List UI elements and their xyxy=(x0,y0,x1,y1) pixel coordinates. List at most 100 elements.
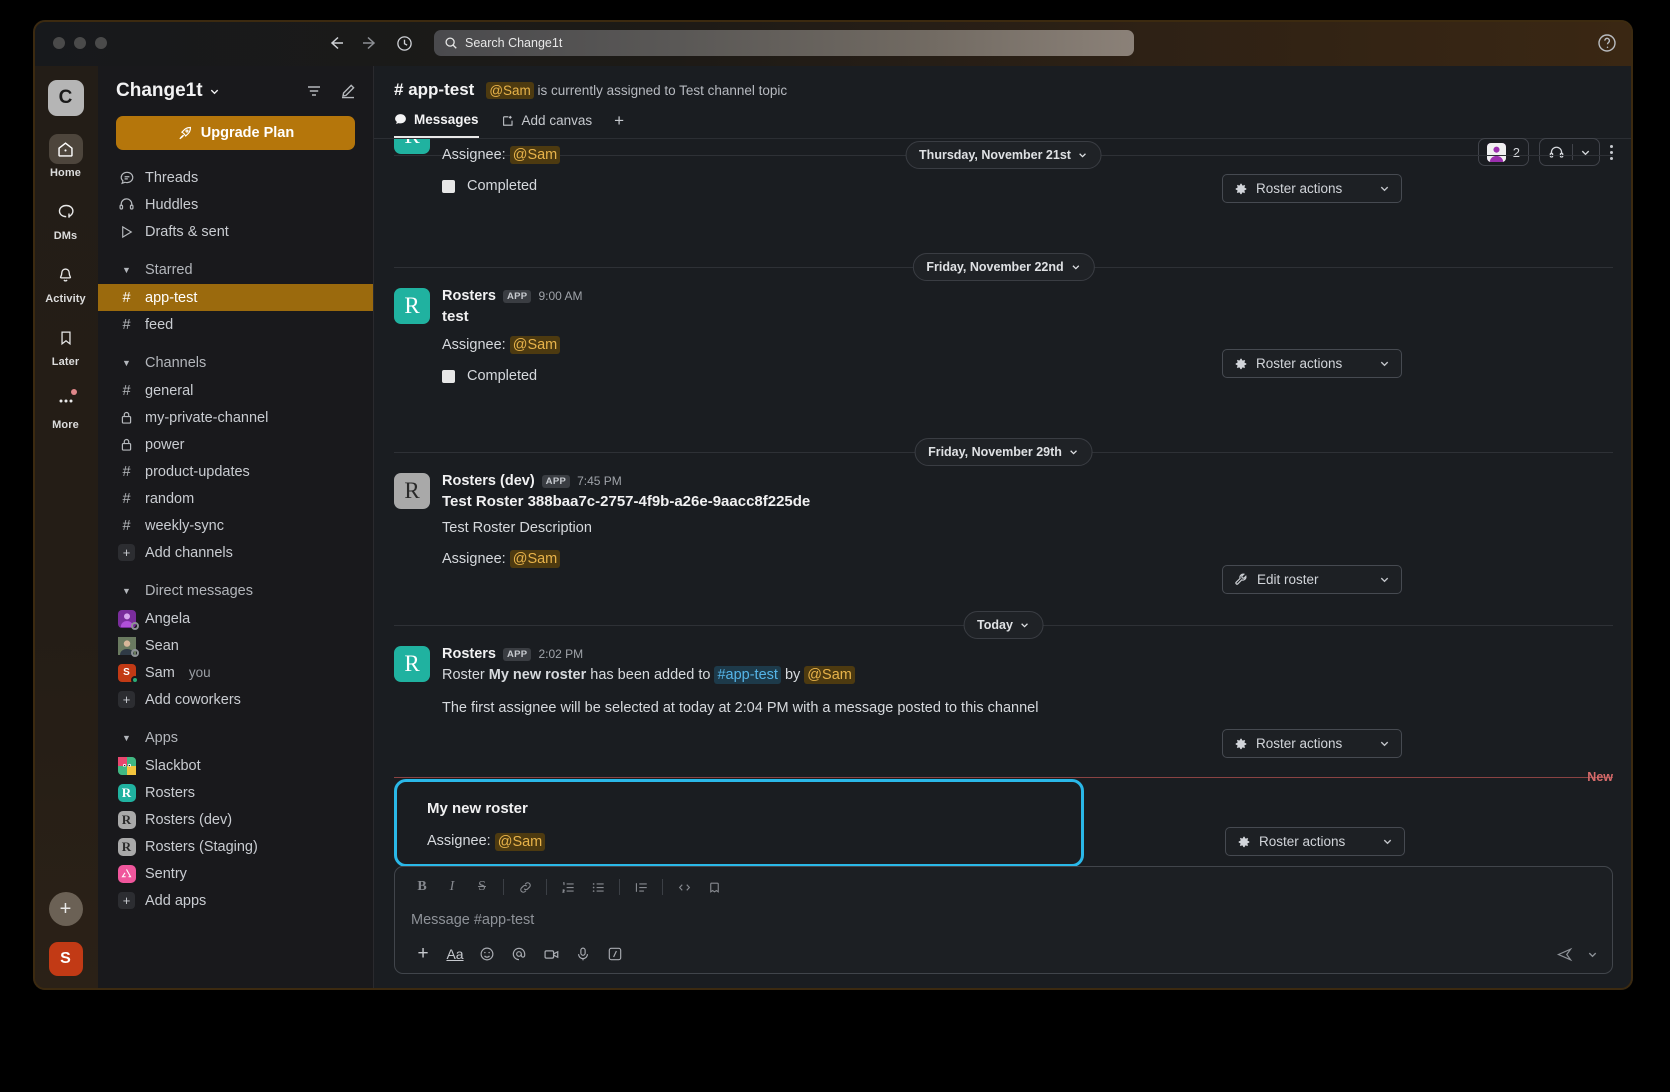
create-new-button[interactable]: + xyxy=(48,892,83,926)
sidebar-item-app-test[interactable]: # app-test xyxy=(98,284,373,311)
sidebar-item-slackbot[interactable]: Slackbot xyxy=(98,752,373,779)
sidebar-item-drafts[interactable]: Drafts & sent xyxy=(98,218,373,245)
app-avatar[interactable]: R xyxy=(394,646,430,682)
sidebar-item-angela[interactable]: Angela xyxy=(98,605,373,632)
strikethrough-button[interactable]: S xyxy=(467,876,497,898)
minimize-window-button[interactable] xyxy=(74,37,86,49)
formatting-button[interactable]: Aa xyxy=(439,943,471,965)
send-icon[interactable] xyxy=(1548,943,1580,965)
message-author[interactable]: Rosters xyxy=(442,288,496,304)
assignee-mention[interactable]: @Sam xyxy=(494,833,546,851)
emoji-button[interactable] xyxy=(471,943,503,965)
ordered-list-button[interactable] xyxy=(553,876,583,898)
sidebar-item-random[interactable]: # random xyxy=(98,485,373,512)
sidebar-item-my-private-channel[interactable]: my-private-channel xyxy=(98,404,373,431)
sidebar-item-sentry[interactable]: Sentry xyxy=(98,860,373,887)
close-window-button[interactable] xyxy=(53,37,65,49)
attach-button[interactable]: + xyxy=(407,943,439,965)
page-title[interactable]: # app-test xyxy=(394,80,474,100)
app-avatar[interactable]: R xyxy=(394,473,430,509)
sidebar-item-add-channels[interactable]: + Add channels xyxy=(98,539,373,566)
italic-button[interactable]: I xyxy=(437,876,467,898)
sidebar-section-channels[interactable]: ▼ Channels xyxy=(98,349,373,377)
compose-icon[interactable] xyxy=(339,82,357,100)
completed-checkbox[interactable] xyxy=(442,179,455,193)
rail-item-dms[interactable]: DMs xyxy=(40,197,92,242)
tab-add-canvas[interactable]: Add canvas xyxy=(501,113,592,137)
hash-icon: # xyxy=(122,316,131,333)
code-button[interactable] xyxy=(669,876,699,898)
highlighted-roster-card[interactable]: My new roster Assignee: @Sam Roster acti… xyxy=(394,779,1405,866)
rail-item-more[interactable]: More xyxy=(40,386,92,431)
sidebar-item-power[interactable]: power xyxy=(98,431,373,458)
message-input[interactable]: Message #app-test xyxy=(395,898,1612,928)
app-avatar[interactable]: R xyxy=(394,288,430,324)
sidebar-section-direct-messages[interactable]: ▼ Direct messages xyxy=(98,577,373,605)
sidebar-item-feed[interactable]: # feed xyxy=(98,311,373,338)
sidebar-item-add-coworkers[interactable]: + Add coworkers xyxy=(98,686,373,713)
user-mention[interactable]: @Sam xyxy=(804,666,855,684)
help-circle-icon[interactable] xyxy=(1597,33,1617,53)
clock-icon[interactable] xyxy=(394,33,414,53)
code-block-button[interactable] xyxy=(699,876,729,898)
sidebar-item-add-apps[interactable]: + Add apps xyxy=(98,887,373,914)
user-avatar[interactable]: S xyxy=(48,942,83,976)
message-timestamp[interactable]: 2:02 PM xyxy=(538,647,583,661)
message-composer[interactable]: B I S Message #app-test + Aa xyxy=(394,866,1613,974)
sidebar-item-rosters-staging[interactable]: R Rosters (Staging) xyxy=(98,833,373,860)
sidebar-item-product-updates[interactable]: # product-updates xyxy=(98,458,373,485)
wrench-icon xyxy=(1234,572,1249,587)
sidebar-item-weekly-sync[interactable]: # weekly-sync xyxy=(98,512,373,539)
workspace-switcher-button[interactable]: C xyxy=(47,80,84,116)
sidebar-section-starred[interactable]: ▼ Starred xyxy=(98,256,373,284)
roster-actions-button[interactable]: Roster actions xyxy=(1222,729,1402,758)
app-avatar[interactable]: R xyxy=(394,139,430,154)
arrow-right-icon[interactable] xyxy=(360,33,380,53)
upgrade-plan-button[interactable]: Upgrade Plan xyxy=(116,116,355,150)
channel-mention[interactable]: #app-test xyxy=(714,666,781,684)
message-author[interactable]: Rosters (dev) xyxy=(442,473,535,489)
channel-topic[interactable]: @Sam is currently assigned to Test chann… xyxy=(486,82,787,99)
chevron-down-icon[interactable] xyxy=(1584,943,1600,965)
sidebar-item-threads[interactable]: Threads xyxy=(98,164,373,191)
rail-item-home[interactable]: Home xyxy=(40,134,92,179)
mention-button[interactable] xyxy=(503,943,535,965)
sidebar-item-sam[interactable]: S Sam you xyxy=(98,659,373,686)
sidebar-section-apps[interactable]: ▼ Apps xyxy=(98,724,373,752)
roster-actions-button[interactable]: Roster actions xyxy=(1225,827,1405,856)
sidebar-item-sean[interactable]: Sean xyxy=(98,632,373,659)
completed-checkbox[interactable] xyxy=(442,369,455,383)
sidebar-item-huddles[interactable]: Huddles xyxy=(98,191,373,218)
search-input[interactable]: Search Change1t xyxy=(434,30,1134,56)
maximize-window-button[interactable] xyxy=(95,37,107,49)
assignee-mention[interactable]: @Sam xyxy=(509,549,561,568)
arrow-left-icon[interactable] xyxy=(326,33,346,53)
message-timestamp[interactable]: 7:45 PM xyxy=(577,474,622,488)
rail-item-activity[interactable]: Activity xyxy=(40,260,92,305)
video-button[interactable] xyxy=(535,943,567,965)
assignee-row: Assignee: @Sam xyxy=(442,549,1613,568)
tab-messages[interactable]: Messages xyxy=(394,112,479,138)
sidebar-item-rosters-dev[interactable]: R Rosters (dev) xyxy=(98,806,373,833)
bulleted-list-button[interactable] xyxy=(583,876,613,898)
roster-actions-button[interactable]: Roster actions xyxy=(1222,174,1402,203)
assignee-mention[interactable]: @Sam xyxy=(509,336,561,354)
bold-button[interactable]: B xyxy=(407,876,437,898)
link-button[interactable] xyxy=(510,876,540,898)
topic-mention[interactable]: @Sam xyxy=(486,82,534,99)
message-timestamp[interactable]: 9:00 AM xyxy=(538,289,582,303)
sidebar-item-rosters[interactable]: R Rosters xyxy=(98,779,373,806)
assignee-mention[interactable]: @Sam xyxy=(509,146,561,164)
audio-button[interactable] xyxy=(567,943,599,965)
sidebar-item-general[interactable]: # general xyxy=(98,377,373,404)
roster-actions-button[interactable]: Roster actions xyxy=(1222,349,1402,378)
edit-roster-button[interactable]: Edit roster xyxy=(1222,565,1402,594)
workspace-name-button[interactable]: Change1t xyxy=(116,80,220,102)
filter-icon[interactable] xyxy=(305,82,323,100)
message-list[interactable]: Thursday, November 21st R test Assignee:… xyxy=(374,139,1633,866)
slash-command-button[interactable] xyxy=(599,943,631,965)
rail-item-later[interactable]: Later xyxy=(40,323,92,368)
blockquote-button[interactable] xyxy=(626,876,656,898)
tab-add-new[interactable]: + xyxy=(614,112,624,136)
message-author[interactable]: Rosters xyxy=(442,646,496,662)
